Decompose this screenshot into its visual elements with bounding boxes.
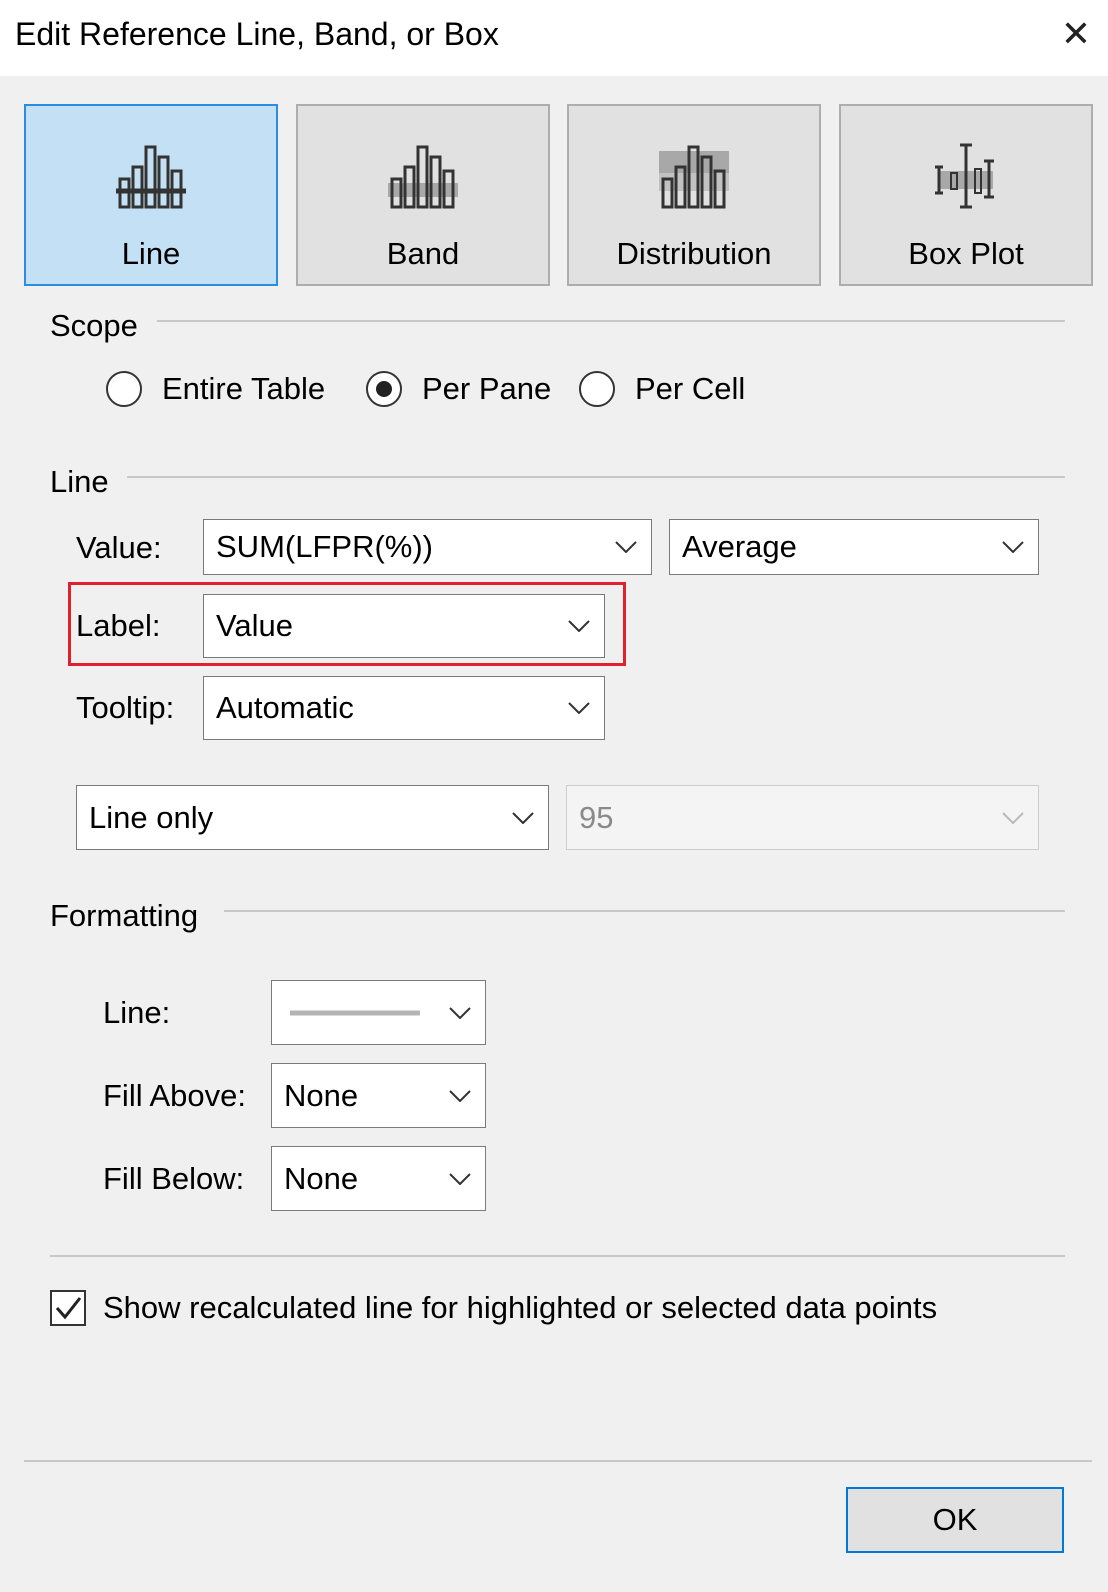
checkmark-icon (55, 1297, 82, 1320)
line-style-label: Line: (103, 995, 171, 1030)
type-button-box-plot-label: Box Plot (908, 236, 1024, 271)
type-button-band-label: Band (386, 236, 460, 271)
aggregation-dropdown[interactable]: Average (669, 519, 1039, 575)
confidence-level-dropdown: 95 (566, 785, 1039, 850)
fill-below-dropdown[interactable]: None (271, 1146, 486, 1211)
formatting-divider (224, 910, 1065, 912)
box-plot-icon (935, 143, 994, 209)
scope-radio-entire-table[interactable]: Entire Table (106, 371, 325, 407)
type-button-line[interactable]: Line (24, 104, 278, 286)
chevron-down-icon (1002, 811, 1024, 824)
aggregation-text: Average (682, 529, 797, 564)
fill-above-label: Fill Above: (103, 1078, 247, 1113)
type-button-box-plot[interactable]: Box Plot (839, 104, 1093, 286)
line-heading: Line (50, 464, 109, 499)
confidence-mode-text: Line only (89, 799, 214, 835)
radio-circle[interactable] (106, 371, 142, 407)
tooltip-label: Tooltip: (76, 690, 175, 725)
label-dropdown[interactable]: Value (203, 594, 605, 658)
tooltip-dropdown[interactable]: Automatic (203, 676, 605, 740)
scope-heading: Scope (50, 308, 138, 343)
confidence-mode-dropdown[interactable]: Line only (76, 785, 549, 850)
recalc-checkbox-label[interactable]: Show recalculated line for highlighted o… (103, 1290, 937, 1326)
scope-radio-per-cell[interactable]: Per Cell (579, 371, 745, 407)
line-style-preview (290, 1010, 420, 1016)
type-button-distribution[interactable]: Distribution (567, 104, 821, 286)
scope-radio-per-pane[interactable]: Per Pane (366, 371, 551, 407)
ok-button[interactable]: OK (846, 1487, 1064, 1553)
chevron-down-icon (615, 541, 637, 553)
value-field-dropdown[interactable]: SUM(LFPR(%)) (203, 519, 652, 575)
chevron-down-icon (1002, 541, 1024, 553)
radio-circle[interactable] (579, 371, 615, 407)
chevron-down-icon (449, 1089, 471, 1102)
close-icon[interactable]: ✕ (1056, 12, 1096, 56)
value-label: Value: (76, 530, 162, 565)
fill-below-label: Fill Below: (103, 1161, 245, 1196)
fill-above-text: None (284, 1077, 359, 1113)
chevron-down-icon (449, 1006, 471, 1019)
line-divider (127, 476, 1065, 478)
reference-line-icon (116, 145, 186, 209)
chevron-down-icon (568, 702, 590, 714)
dialog-title: Edit Reference Line, Band, or Box (15, 16, 499, 52)
footer-divider (24, 1460, 1092, 1462)
radio-circle-selected[interactable] (366, 371, 402, 407)
chevron-down-icon (512, 811, 534, 824)
confidence-level-text: 95 (579, 799, 614, 835)
fill-above-dropdown[interactable]: None (271, 1063, 486, 1128)
tooltip-dropdown-text: Automatic (216, 690, 354, 725)
scope-radio-label: Per Pane (422, 371, 552, 406)
formatting-heading: Formatting (50, 898, 199, 933)
recalc-checkbox[interactable] (50, 1290, 86, 1326)
type-button-line-label: Line (121, 236, 181, 271)
type-button-band[interactable]: Band (296, 104, 550, 286)
label-dropdown-text: Value (216, 608, 293, 643)
scope-radio-label: Entire Table (162, 371, 326, 406)
label-label: Label: (76, 608, 161, 643)
scope-divider (157, 320, 1065, 322)
bottom-divider (50, 1255, 1065, 1257)
chevron-down-icon (568, 620, 590, 632)
value-field-text: SUM(LFPR(%)) (216, 529, 433, 564)
reference-band-icon (388, 145, 458, 209)
line-style-dropdown[interactable] (271, 980, 486, 1045)
reference-distribution-icon (659, 145, 729, 209)
chevron-down-icon (449, 1172, 471, 1185)
dialog-titlebar: Edit Reference Line, Band, or Box ✕ (0, 0, 1108, 76)
fill-below-text: None (284, 1160, 359, 1196)
scope-radio-label: Per Cell (635, 371, 746, 406)
type-button-distribution-label: Distribution (616, 236, 772, 271)
